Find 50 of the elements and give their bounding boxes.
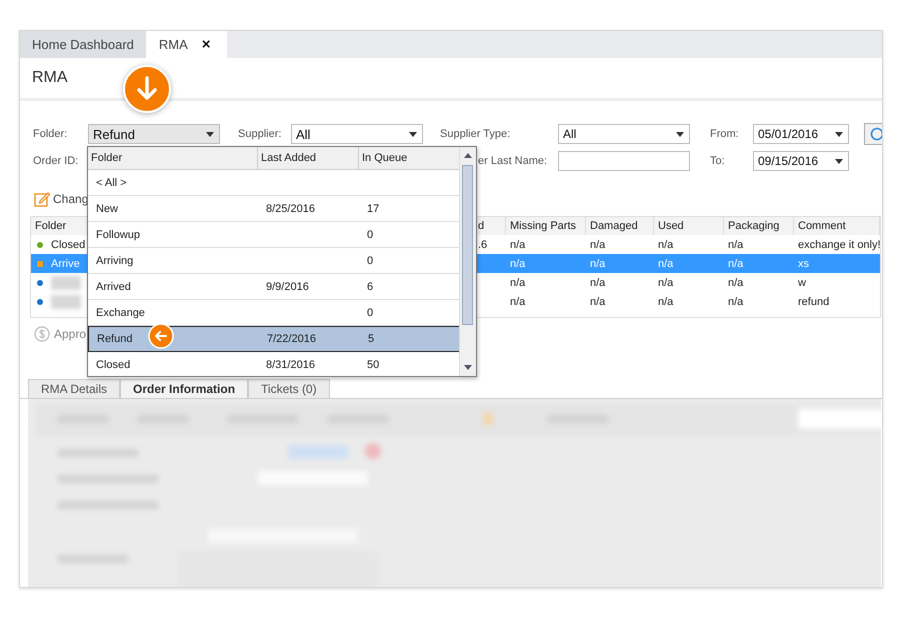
table-cell: exchange it only!: [798, 238, 881, 250]
folder-name: Arriving: [96, 254, 134, 266]
queue-count: 50: [367, 358, 380, 370]
folder-name: < All >: [96, 176, 127, 188]
table-cell: n/a: [658, 296, 674, 308]
field-label: Supplier Type:: [440, 128, 512, 140]
queue-count: 0: [367, 228, 374, 240]
last-added-date: 9/9/2016: [266, 280, 309, 292]
queue-count: 5: [368, 333, 374, 345]
field-label: Supplier:: [238, 128, 282, 140]
last-added-date: 7/22/2016: [267, 333, 316, 345]
page-title: RMA: [32, 69, 68, 87]
last-added-date: 8/31/2016: [266, 358, 315, 370]
field-label: Order ID:: [33, 155, 80, 167]
table-cell: n/a: [590, 276, 606, 288]
field-label: To:: [710, 155, 726, 167]
table-cell: n/a: [510, 296, 526, 308]
table-cell: w: [798, 276, 806, 288]
folder-name: Exchange: [96, 306, 145, 318]
table-cell: n/a: [510, 258, 526, 270]
table-cell: Closed: [51, 238, 86, 250]
table-cell: n/a: [590, 238, 606, 250]
table-cell: n/a: [590, 296, 606, 308]
folder-name: Arrived: [96, 280, 131, 292]
field-label: Folder:: [33, 128, 68, 140]
queue-count: 6: [367, 280, 374, 292]
table-cell: n/a: [728, 258, 744, 270]
table-cell: n/a: [728, 296, 744, 308]
last-added-date: 8/25/2016: [266, 202, 315, 214]
table-cell: .6: [478, 238, 488, 250]
table-cell: n/a: [658, 238, 674, 250]
table-cell: n/a: [590, 258, 606, 270]
folder-name: Refund: [97, 333, 132, 345]
queue-count: 17: [367, 202, 380, 214]
field-label: er Last Name:: [478, 155, 548, 167]
table-cell: Arrive: [51, 258, 80, 270]
table-cell: n/a: [658, 276, 674, 288]
folder-name: New: [96, 202, 118, 214]
queue-count: 0: [367, 254, 374, 266]
table-cell: n/a: [510, 238, 526, 250]
field-label: From:: [710, 128, 740, 140]
queue-count: 0: [367, 306, 374, 318]
folder-name: Closed: [96, 358, 130, 370]
folder-name: Followup: [96, 228, 140, 240]
table-cell: xs: [798, 258, 809, 270]
table-cell: n/a: [658, 258, 674, 270]
table-cell: n/a: [510, 276, 526, 288]
table-cell: n/a: [728, 238, 744, 250]
table-cell: refund: [798, 296, 830, 308]
table-cell: n/a: [728, 276, 744, 288]
